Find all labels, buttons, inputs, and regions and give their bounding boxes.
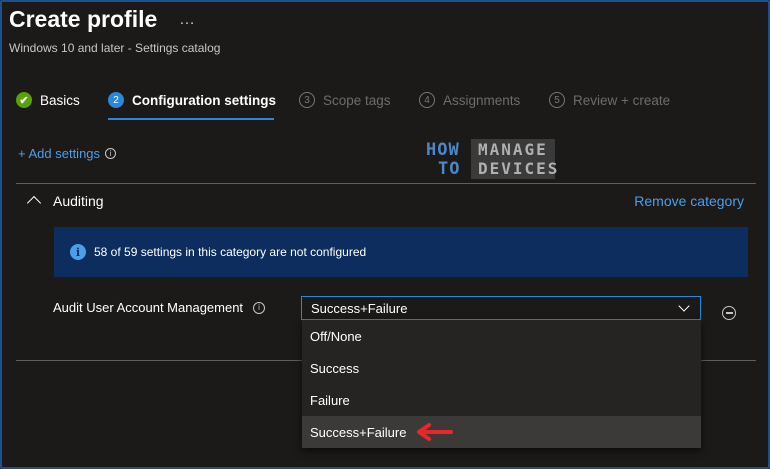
step-number: 2: [108, 92, 124, 108]
minus-icon: [725, 312, 733, 314]
setting-row-label: Audit User Account Management i: [53, 300, 266, 315]
dropdown-selected-value: Success+Failure: [311, 300, 408, 316]
checkmark-icon: ✔: [16, 92, 32, 108]
step-label: Scope tags: [323, 92, 391, 108]
logo-text-to: TO: [438, 159, 461, 179]
app-window: Create profile … Windows 10 and later - …: [0, 0, 770, 469]
step-number: 4: [419, 92, 435, 108]
wizard-steps: ✔ Basics 2 Configuration settings 3 Scop…: [16, 92, 756, 122]
option-success-failure[interactable]: Success+Failure: [302, 416, 701, 448]
remove-setting-button[interactable]: [722, 306, 736, 320]
setting-label: Audit User Account Management: [53, 300, 244, 315]
red-arrow-icon: [417, 423, 453, 441]
dropdown-options-list: Off/None Success Failure Success+Failure: [302, 320, 701, 448]
chevron-down-icon: [678, 300, 690, 312]
add-settings-label: + Add settings: [18, 146, 101, 161]
step-review-create[interactable]: 5 Review + create: [549, 92, 670, 108]
step-label: Review + create: [573, 92, 671, 108]
step-label: Assignments: [443, 92, 521, 108]
watermark-logo: HOW TO MANAGE DEVICES: [426, 138, 560, 180]
step-label: Basics: [40, 92, 80, 108]
option-success[interactable]: Success: [302, 352, 701, 384]
divider: [16, 183, 756, 184]
chevron-up-icon[interactable]: [26, 195, 42, 211]
logo-text-how: HOW: [426, 140, 460, 160]
remove-category-link[interactable]: Remove category: [634, 193, 744, 209]
info-icon[interactable]: i: [253, 301, 266, 314]
audit-setting-dropdown[interactable]: Success+Failure: [301, 296, 701, 320]
step-number: 5: [549, 92, 565, 108]
info-message-bar: i 58 of 59 settings in this category are…: [54, 227, 748, 277]
step-configuration-settings[interactable]: 2 Configuration settings: [108, 92, 276, 108]
step-number: 3: [299, 92, 315, 108]
info-message-text: 58 of 59 settings in this category are n…: [94, 245, 367, 259]
active-step-underline: [108, 118, 274, 120]
option-off-none[interactable]: Off/None: [302, 320, 701, 352]
step-assignments[interactable]: 4 Assignments: [419, 92, 520, 108]
option-failure[interactable]: Failure: [302, 384, 701, 416]
step-scope-tags[interactable]: 3 Scope tags: [299, 92, 391, 108]
logo-text-manage: MANAGE: [478, 140, 548, 159]
logo-text-devices: DEVICES: [478, 159, 560, 178]
add-settings-link[interactable]: + Add settings i: [18, 146, 117, 161]
step-basics[interactable]: ✔ Basics: [16, 92, 80, 108]
more-options-icon[interactable]: …: [179, 11, 196, 29]
page-title: Create profile: [9, 6, 158, 32]
page-subtitle: Windows 10 and later - Settings catalog: [9, 41, 221, 55]
info-icon[interactable]: i: [105, 148, 117, 159]
step-label: Configuration settings: [132, 92, 276, 108]
info-icon: i: [70, 244, 86, 260]
category-title[interactable]: Auditing: [53, 193, 104, 209]
